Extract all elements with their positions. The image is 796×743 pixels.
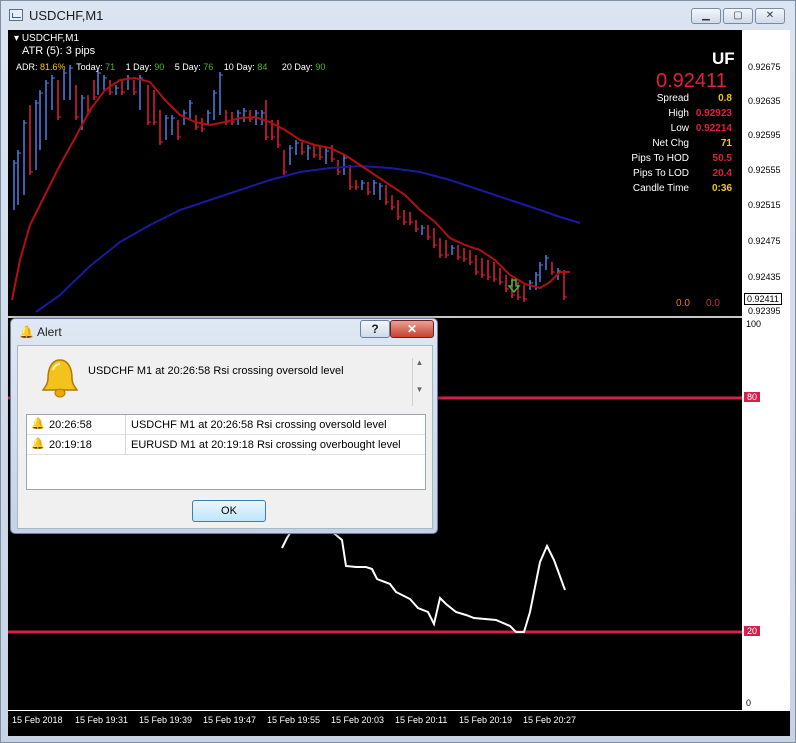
time-tick-label: 15 Feb 2018 <box>12 715 63 725</box>
info-label: Candle Time <box>632 183 689 194</box>
help-button[interactable]: ? <box>360 320 390 338</box>
ma-slow-line <box>35 164 581 313</box>
large-bell-icon <box>41 359 79 398</box>
rsi-tick-label: 100 <box>746 319 762 329</box>
price-tick-label: 0.92635 <box>748 96 781 106</box>
price-tick-label: 0.92595 <box>748 130 781 140</box>
price-tick-label: 0.92675 <box>748 62 781 72</box>
info-label: Spread <box>656 93 689 104</box>
alert-row-message: EURUSD M1 at 20:19:18 Rsi crossing overb… <box>131 439 401 451</box>
alert-message: USDCHF M1 at 20:26:58 Rsi crossing overs… <box>88 365 344 377</box>
info-value: 0.92923 <box>695 108 732 119</box>
alert-row-message: USDCHF M1 at 20:26:58 Rsi crossing overs… <box>131 419 387 431</box>
time-tick-label: 15 Feb 19:55 <box>267 715 321 725</box>
info-value: 0.92214 <box>695 123 732 134</box>
atr-label: ATR (5): 3 pips <box>22 45 96 57</box>
time-tick-label: 15 Feb 20:19 <box>459 715 513 725</box>
ma-fast-line <box>11 76 570 301</box>
alert-message-box: USDCHF M1 at 20:26:58 Rsi crossing overs… <box>26 354 428 408</box>
info-value: 20.4 <box>712 168 732 179</box>
rsi-tick-label: 0 <box>746 698 752 708</box>
info-label: Low <box>670 123 689 134</box>
alert-row-time: 20:19:18 <box>49 439 92 451</box>
alert-list[interactable]: 🔔 20:26:58 USDCHF M1 at 20:26:58 Rsi cro… <box>26 414 426 490</box>
alert-title: Alert <box>37 325 62 339</box>
alert-title-bell-icon: 🔔 <box>19 325 34 339</box>
adr-stats: ADR: 81.6% Today: 71 1 Day: 90 5 Day: 76… <box>16 62 326 72</box>
price-tick-label: 0.92435 <box>748 272 781 282</box>
info-label: Pips To HOD <box>631 153 689 164</box>
bottom-value-1: 0.0 <box>676 298 690 309</box>
info-label: High <box>668 108 689 119</box>
alert-row[interactable]: 🔔 20:19:18 EURUSD M1 at 20:19:18 Rsi cro… <box>27 435 425 455</box>
current-price: 0.92411 <box>656 70 727 92</box>
time-tick-label: 15 Feb 19:31 <box>75 715 129 725</box>
time-tick-label: 15 Feb 19:47 <box>203 715 257 725</box>
alert-body: USDCHF M1 at 20:26:58 Rsi crossing overs… <box>17 345 433 529</box>
bell-icon: 🔔 <box>31 418 45 430</box>
alert-dialog: 🔔 Alert ? ✕ USDCHF M1 at 20:26:58 Rsi cr… <box>10 318 438 534</box>
info-value: 0:36 <box>711 183 732 194</box>
time-tick-label: 15 Feb 19:39 <box>139 715 193 725</box>
info-value: 71 <box>720 138 732 149</box>
alert-row[interactable]: 🔔 20:26:58 USDCHF M1 at 20:26:58 Rsi cro… <box>27 415 425 435</box>
time-tick-label: 15 Feb 20:11 <box>395 715 448 725</box>
info-value: 0.8 <box>718 93 732 104</box>
info-value: 50.5 <box>712 153 732 164</box>
rsi-tick-label: 80 <box>744 392 761 402</box>
rsi-line <box>281 526 566 633</box>
info-label: Net Chg <box>652 138 689 149</box>
time-tick-label: 15 Feb 20:27 <box>523 715 577 725</box>
bell-icon: 🔔 <box>31 438 45 450</box>
price-tick-label: 0.92475 <box>748 236 781 246</box>
price-tick-label: 0.92515 <box>748 200 781 210</box>
bottom-value-2: 0.0 <box>706 298 720 309</box>
price-tick-label: 0.92395 <box>748 306 781 316</box>
message-scrollbar[interactable]: ▲ ▼ <box>412 358 426 406</box>
price-tick-label: 0.92555 <box>748 165 781 175</box>
time-tick-label: 15 Feb 20:03 <box>331 715 385 725</box>
time-axis[interactable]: 15 Feb 2018 15 Feb 19:31 15 Feb 19:39 15 Fe… <box>8 710 790 736</box>
symbol-dropdown[interactable]: ▾ USDCHF,M1 <box>14 33 79 44</box>
alert-close-button[interactable]: ✕ <box>390 320 434 338</box>
ok-button[interactable]: OK <box>192 500 266 522</box>
price-tick-label: 0.92411 <box>744 293 782 305</box>
info-label: Pips To LOD <box>633 168 689 179</box>
symbol-short: UF <box>712 49 735 68</box>
symbol-label: USDCHF,M1 <box>21 33 80 44</box>
rsi-tick-label: 20 <box>744 626 761 636</box>
alert-row-time: 20:26:58 <box>49 419 92 431</box>
